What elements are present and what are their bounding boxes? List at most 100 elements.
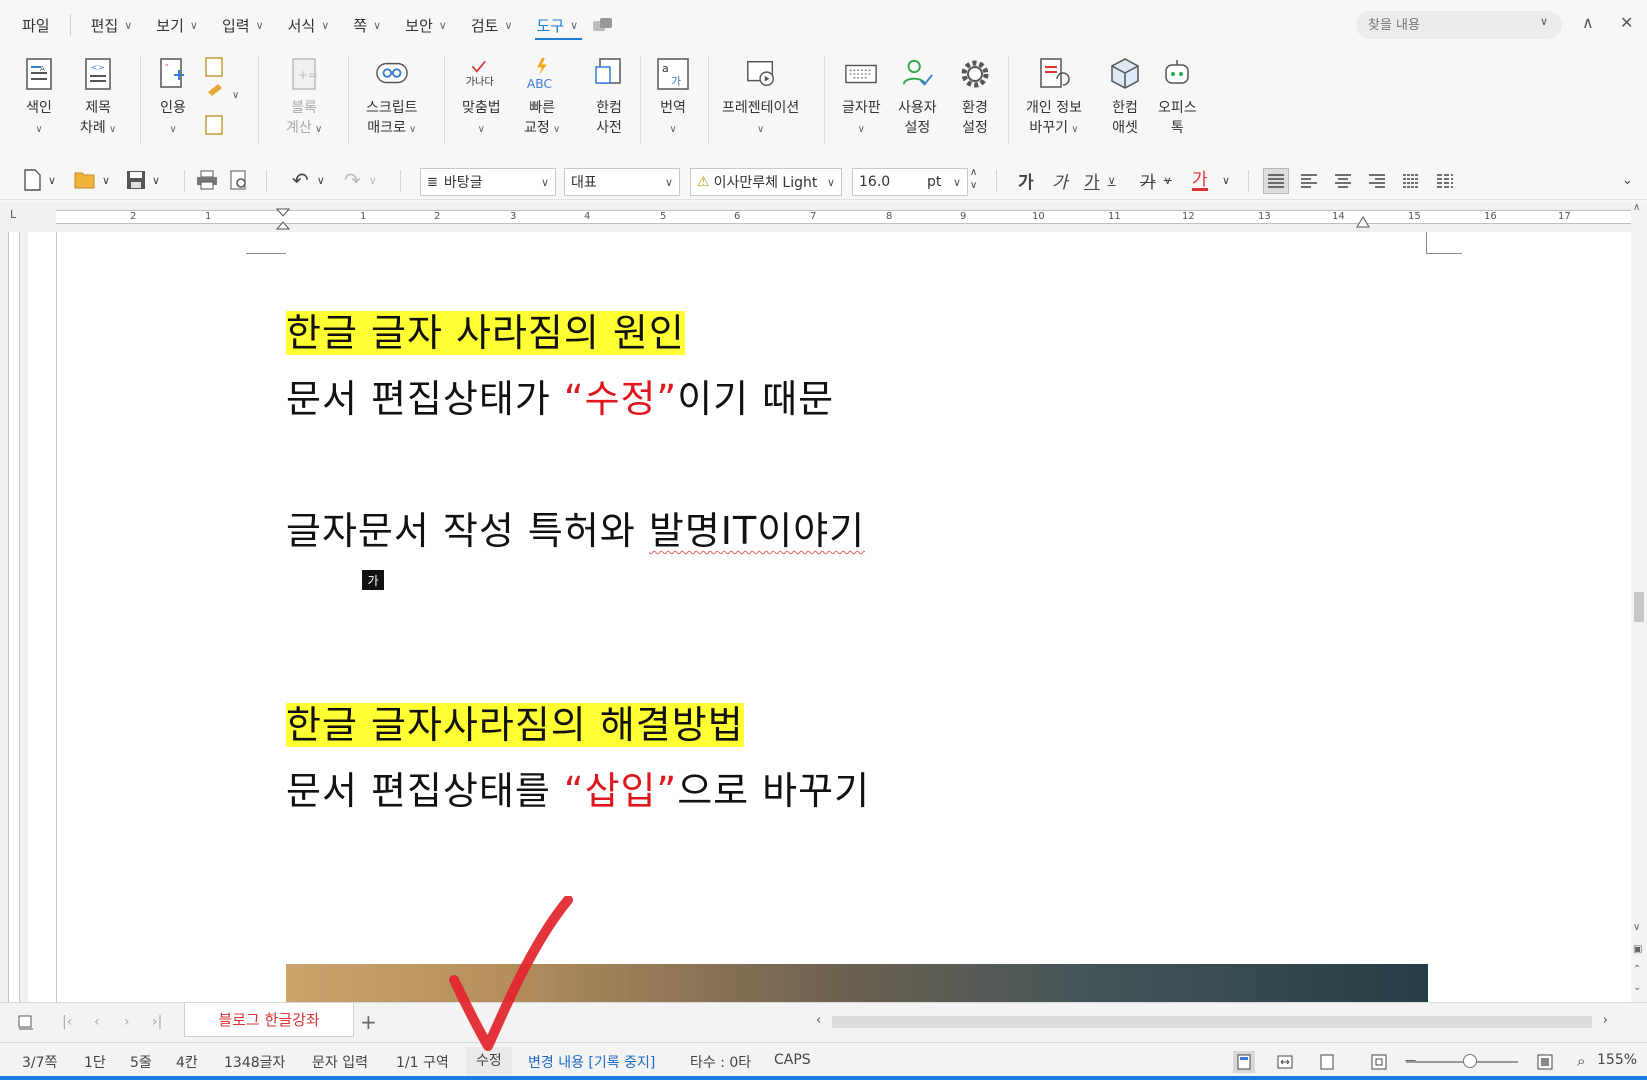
horizontal-ruler[interactable]: 2 1 1 2 3 4 5 6 7 8 9 10 11 12 13 14 15 … bbox=[28, 202, 1631, 232]
menu-tools[interactable]: 도구 ∨ bbox=[525, 0, 591, 50]
font-size-stepper[interactable]: ∧ ∨ bbox=[970, 166, 977, 192]
hancom-asset-button[interactable]: 한컴 애셋 bbox=[1108, 56, 1142, 138]
page-icon[interactable]: ▣ bbox=[1633, 944, 1642, 955]
print-preview-button[interactable] bbox=[228, 167, 250, 193]
doc-line-cause[interactable]: 문서 편집상태가 “수정”이기 때문 bbox=[286, 368, 834, 423]
vertical-ruler[interactable] bbox=[0, 232, 28, 1002]
toolbar-expand-icon[interactable]: ⌄ bbox=[1622, 167, 1633, 193]
hancom-dict-button[interactable]: 한컴 사전 bbox=[592, 56, 626, 138]
scrollbar-thumb[interactable] bbox=[832, 1016, 1592, 1028]
scroll-down-icon[interactable]: ∨ bbox=[1633, 922, 1640, 933]
scroll-up-icon[interactable]: ∧ bbox=[1633, 202, 1640, 213]
indent-marker-icon[interactable] bbox=[276, 208, 290, 230]
prev-page-icon[interactable]: ⌃ bbox=[1633, 964, 1641, 975]
keyboard-layout-button[interactable]: 글자판 ∨ bbox=[842, 56, 881, 140]
zoom-level[interactable]: 155% bbox=[1597, 1052, 1637, 1068]
doc-line-solution[interactable]: 문서 편집상태를 “삽입”으로 바꾸기 bbox=[286, 760, 870, 815]
citation-tools-group[interactable]: ∨ bbox=[204, 54, 244, 142]
last-tab-icon[interactable]: ›| bbox=[152, 1014, 162, 1030]
chevron-down-icon[interactable]: ∨ bbox=[970, 179, 977, 192]
font-size-input[interactable]: 16.0 pt ∨ bbox=[852, 168, 968, 196]
menu-insert[interactable]: 입력 ∨ bbox=[210, 0, 276, 50]
bold-button[interactable]: 가 bbox=[1018, 167, 1034, 193]
horizontal-scrollbar[interactable]: ‹ › bbox=[814, 1013, 1610, 1031]
underline-button[interactable]: 가 ∨ bbox=[1084, 167, 1116, 193]
fit-page-button[interactable] bbox=[1316, 1051, 1338, 1073]
menu-page[interactable]: 쪽 ∨ bbox=[341, 0, 393, 50]
paragraph-style-select[interactable]: ≣ 바탕글 ∨ bbox=[420, 168, 556, 196]
divide-button[interactable] bbox=[1432, 168, 1458, 194]
align-left-button[interactable] bbox=[1296, 168, 1322, 194]
spell-check-button[interactable]: 가나다 맞춤법 ∨ bbox=[462, 56, 501, 140]
quick-fix-button[interactable]: ABC 빠른 교정 ∨ bbox=[524, 56, 560, 140]
save-button[interactable]: ∨ bbox=[126, 167, 160, 193]
chevron-up-icon[interactable]: ∧ bbox=[970, 166, 977, 179]
document-canvas[interactable]: 한글 글자 사라짐의 원인 문서 편집상태가 “수정”이기 때문 글자문서 작성… bbox=[28, 232, 1631, 1002]
ribbon-collapse-icon[interactable]: ∧ bbox=[1582, 13, 1594, 32]
user-settings-button[interactable]: 사용자 설정 bbox=[898, 56, 937, 138]
print-button[interactable] bbox=[196, 167, 218, 193]
translate-button[interactable]: a가 번역 ∨ bbox=[656, 56, 690, 140]
search-input[interactable] bbox=[1356, 11, 1562, 39]
fit-width-button[interactable] bbox=[1274, 1051, 1296, 1073]
align-right-button[interactable] bbox=[1364, 168, 1390, 194]
first-tab-icon[interactable]: |‹ bbox=[62, 1014, 72, 1030]
font-select[interactable]: ⚠ 이사만루체 Light ∨ bbox=[690, 168, 842, 196]
prev-tab-icon[interactable]: ‹ bbox=[94, 1014, 100, 1030]
right-margin-marker-icon[interactable] bbox=[1356, 214, 1370, 228]
menu-security[interactable]: 보안 ∨ bbox=[393, 0, 459, 50]
align-justify-button[interactable] bbox=[1263, 168, 1289, 194]
doc-heading-solution[interactable]: 한글 글자사라짐의 해결방법 bbox=[286, 694, 744, 749]
toc-button[interactable]: <> 제목 차례 ∨ bbox=[80, 56, 116, 140]
menu-format[interactable]: 서식 ∨ bbox=[276, 0, 342, 50]
next-page-icon[interactable]: ⌄ bbox=[1633, 982, 1641, 993]
menu-view[interactable]: 보기 ∨ bbox=[144, 0, 210, 50]
block-calc-button[interactable]: += 블록 계산 ∨ bbox=[286, 56, 322, 140]
office-talk-button[interactable]: 오피스 톡 bbox=[1158, 56, 1197, 138]
redo-button[interactable]: ↷ ∨ bbox=[344, 167, 377, 193]
actual-size-button[interactable] bbox=[1368, 1051, 1390, 1073]
environment-settings-button[interactable]: 환경 설정 bbox=[958, 56, 992, 138]
strikethrough-button[interactable]: 가 ∨ bbox=[1140, 167, 1172, 193]
embedded-image[interactable] bbox=[286, 964, 1428, 1002]
edit-mode-toggle[interactable]: 수정 bbox=[466, 1047, 512, 1075]
vertical-scrollbar[interactable]: ∧ ∨ ▣ ⌃ ⌄ bbox=[1631, 202, 1647, 1002]
citation-button[interactable]: " 인용 ∨ bbox=[156, 56, 190, 140]
collab-icon[interactable] bbox=[590, 0, 626, 50]
menu-edit[interactable]: 편집 ∨ bbox=[79, 0, 145, 50]
tab-blog-hangul-lesson[interactable]: 블로그 한글강좌 bbox=[184, 1003, 354, 1037]
close-icon[interactable]: ✕ bbox=[1620, 13, 1633, 32]
next-tab-icon[interactable]: › bbox=[124, 1014, 130, 1030]
doc-line-blog[interactable]: 글자문서 작성 특허와 발명IT이야기 bbox=[286, 500, 865, 555]
font-color-button[interactable]: 가 bbox=[1192, 167, 1208, 191]
align-center-button[interactable] bbox=[1330, 168, 1356, 194]
menu-review[interactable]: 검토 ∨ bbox=[459, 0, 525, 50]
status-input-mode[interactable]: 문자 입력 bbox=[312, 1052, 368, 1072]
presentation-button[interactable]: 프레젠테이션 ∨ bbox=[722, 56, 799, 140]
undo-button[interactable]: ↶ ∨ bbox=[292, 167, 325, 193]
status-page[interactable]: 3/7쪽 bbox=[22, 1052, 57, 1072]
index-button[interactable]: A 색인 ∨ bbox=[22, 56, 56, 140]
zoom-slider-knob[interactable] bbox=[1463, 1054, 1477, 1068]
add-tab-button[interactable]: + bbox=[360, 1010, 377, 1034]
doc-heading-cause[interactable]: 한글 글자 사라짐의 원인 bbox=[286, 302, 685, 357]
scroll-left-icon[interactable]: ‹ bbox=[816, 1013, 821, 1028]
scroll-right-icon[interactable]: › bbox=[1603, 1013, 1608, 1028]
view-page-button[interactable] bbox=[1233, 1051, 1255, 1073]
distribute-button[interactable] bbox=[1398, 168, 1424, 194]
language-select[interactable]: 대표 ∨ bbox=[564, 168, 680, 196]
zoom-fit-button[interactable] bbox=[1534, 1051, 1556, 1073]
scrollbar-thumb[interactable] bbox=[1634, 592, 1644, 622]
track-changes-status[interactable]: 변경 내용 [기록 중지] bbox=[528, 1052, 655, 1072]
font-color-dropdown[interactable]: ∨ bbox=[1222, 167, 1230, 193]
tab-list-icon[interactable] bbox=[18, 1014, 34, 1030]
menu-file[interactable]: 파일 bbox=[0, 0, 62, 50]
chevron-down-icon[interactable]: ∨ bbox=[1540, 15, 1548, 28]
script-macro-button[interactable]: 스크립트 매크로 ∨ bbox=[366, 56, 418, 140]
zoom-slider[interactable] bbox=[1406, 1061, 1518, 1063]
new-doc-button[interactable]: ∨ bbox=[22, 167, 56, 193]
open-button[interactable]: ∨ bbox=[74, 167, 110, 193]
zoom-icon[interactable]: ⌕ bbox=[1577, 1052, 1585, 1070]
privacy-replace-button[interactable]: 개인 정보 바꾸기 ∨ bbox=[1026, 56, 1082, 140]
ruler-corner[interactable]: L bbox=[0, 202, 28, 232]
